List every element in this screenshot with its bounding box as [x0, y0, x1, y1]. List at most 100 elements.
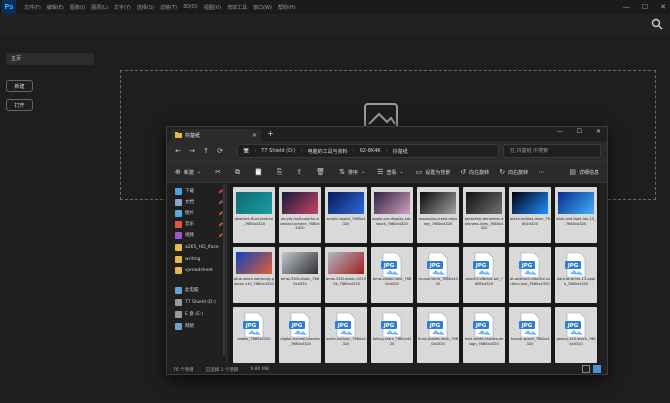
sidebar-item[interactable]: 视频 📌	[175, 230, 225, 240]
open-button[interactable]: 打开	[6, 99, 33, 111]
file-tile[interactable]: apple-pro-display-xdr-stock_7680x4320	[371, 187, 413, 243]
file-tile[interactable]: acrylic-half-colorful-abstract-iphone_76…	[279, 187, 321, 243]
file-name: apple-pro-display-xdr-stock_7680x4320	[372, 217, 412, 226]
folder-icon	[175, 187, 182, 195]
sidebar-item[interactable]: 音乐 📌	[175, 219, 225, 229]
file-tile[interactable]: JPG fractal-space_7680x4320	[509, 307, 551, 363]
ps-menu-item[interactable]: 图层(L)	[91, 4, 108, 11]
file-tile[interactable]: bmw-330i-vision_7680x4320	[279, 247, 321, 303]
forward-arrow-icon[interactable]: →	[185, 147, 199, 155]
share-icon[interactable]: ⇪	[296, 168, 302, 176]
ps-menu: 文件(F) 编辑(E) 图像(I) 图层(L) 文字(Y) 选择(S) 滤镜(T) 3D(D)…	[24, 4, 296, 11]
maximize-icon[interactable]: ☐	[577, 128, 582, 135]
svg-text:JPG: JPG	[429, 323, 441, 329]
ps-menu-item[interactable]: 帮助(H)	[278, 4, 296, 11]
sort-button[interactable]: ⇅ 排序 ⌄	[339, 168, 365, 176]
details-view-icon[interactable]	[582, 365, 590, 373]
explorer-tab[interactable]: 抖楚纸 ✕	[171, 129, 261, 141]
file-tile[interactable]: JPG cinque-terre_7680x4320	[417, 247, 459, 303]
jpg-file-icon: JPG	[565, 252, 586, 278]
folder-icon	[175, 198, 182, 206]
view-button[interactable]: ☰ 查看 ⌄	[377, 168, 404, 176]
file-tile[interactable]: JPG fluid-white-shades-design_7680x4320	[463, 307, 505, 363]
ps-menu-item[interactable]: 滤镜(T)	[160, 4, 177, 11]
sort-label: 排序	[347, 169, 358, 176]
ps-menu-item[interactable]: 编辑(E)	[47, 4, 64, 11]
close-icon[interactable]: ✕	[596, 128, 601, 135]
sidebar-item-label: E 盘 (E:)	[185, 312, 204, 317]
file-tile[interactable]: JPG bmw-vision-next_7680x4320	[371, 247, 413, 303]
ps-menu-item[interactable]: 图像(I)	[70, 4, 85, 11]
close-icon[interactable]: ✕	[660, 3, 666, 11]
minimize-icon[interactable]: —	[623, 3, 630, 11]
file-name: bmw-vision-next_7680x4320	[372, 277, 412, 286]
more-icon[interactable]: ⋯	[538, 168, 545, 176]
ps-menu-item[interactable]: 增效工具	[227, 4, 247, 11]
ps-menu-item[interactable]: 文件(F)	[24, 4, 41, 11]
rotate-left-button[interactable]: ↺ 向左旋转	[460, 168, 489, 176]
ps-menu-item[interactable]: 窗口(W)	[253, 4, 272, 11]
ps-menu-item[interactable]: 3D(D)	[183, 4, 198, 11]
sidebar-item[interactable]: spreadsheet	[175, 265, 225, 275]
sidebar-item[interactable]: writing	[175, 254, 225, 264]
breadcrumb-item[interactable]: 抖楚纸	[393, 148, 408, 155]
file-tile[interactable]: berserker-berserker-darkness-lives_7680x…	[463, 187, 505, 243]
file-tile[interactable]: JPG dt-abstract-colorful-surface-line_768…	[509, 247, 551, 303]
sidebar-item[interactable]: T7 Shield (D:)	[175, 297, 225, 307]
address-bar[interactable]: 🖥 › T7 Shield (D:) › 电脑的工具与资料 › 02-8K4K › 抖楚纸	[237, 144, 499, 158]
up-arrow-icon[interactable]: ↑	[199, 147, 213, 155]
file-tile[interactable]: JPG diablo_7680x4320	[233, 307, 275, 363]
file-tile[interactable]: JPG digital-surreal-planets_7680x4320	[279, 307, 321, 363]
new-button[interactable]: 新建	[6, 80, 33, 92]
file-tile[interactable]: JPG fluid-shades-dark_7680x4320	[417, 307, 459, 363]
minimize-icon[interactable]: —	[557, 128, 563, 135]
file-tile[interactable]: blue-and-light-ios-13_7680x4320	[555, 187, 597, 243]
sidebar-item[interactable]: 下载 📌	[175, 186, 225, 196]
file-tile[interactable]: JPG dark-blue-ios-13-apple_7680x4320	[555, 247, 597, 303]
file-name: fractal-space_7680x4320	[510, 337, 550, 346]
breadcrumb-item[interactable]: T7 Shield (D:)	[261, 148, 295, 154]
tab-close-icon[interactable]: ✕	[252, 132, 257, 139]
back-arrow-icon[interactable]: ←	[171, 147, 185, 155]
sidebar-item[interactable]: 图片 📌	[175, 208, 225, 218]
cut-icon[interactable]: ✂	[215, 168, 221, 176]
delete-icon[interactable]: 🗑	[316, 168, 325, 176]
ps-menu-item[interactable]: 选择(S)	[137, 4, 154, 11]
photoshop-logo[interactable]: Ps	[2, 0, 16, 14]
details-button[interactable]: ▤ 详细信息	[569, 168, 599, 176]
sidebar-item[interactable]: 网络	[175, 321, 225, 331]
set-background-button[interactable]: ▭ 设置为背景	[416, 168, 451, 176]
paste-icon[interactable]: 📋	[254, 168, 263, 176]
file-tile[interactable]: acrylic-space_7680x4320	[325, 187, 367, 243]
home-nav-item[interactable]: 主页	[6, 53, 94, 65]
file-tile[interactable]: assassins-creed-odyssey_7680x4320	[417, 187, 459, 243]
rename-icon[interactable]: ⎘	[277, 168, 283, 177]
refresh-icon[interactable]: ⟳	[213, 147, 227, 155]
file-tile[interactable]: bmw-330i-vision-2019-5k_7680x4320	[325, 247, 367, 303]
thumbnail-view-icon[interactable]	[593, 365, 601, 373]
breadcrumb-item[interactable]: 电脑的工具与资料	[308, 148, 348, 155]
breadcrumb-item[interactable]: 02-8K4K	[360, 148, 381, 154]
ps-menu-item[interactable]: 视图(V)	[204, 4, 221, 11]
file-tile[interactable]: JPG earth-horizon_7680x4320	[325, 307, 367, 363]
status-bar: 76 个项目 已选择 1 个项目 9.80 MB	[167, 364, 607, 374]
file-tile[interactable]: JPG falling-stars_7680x4320	[371, 307, 413, 363]
new-button[interactable]: ⊕ 新建 ⌄	[175, 168, 201, 176]
sidebar-item[interactable]: a2K5_HD_Iface	[175, 242, 225, 252]
copy-icon[interactable]: ⧉	[235, 168, 240, 177]
search-input[interactable]: 在 抖楚纸 中搜索	[503, 144, 601, 158]
new-tab-icon[interactable]: +	[267, 129, 274, 138]
jpg-file-icon: JPG	[427, 312, 448, 338]
file-tile[interactable]: black-eclipse-imac_7680x4320	[509, 187, 551, 243]
sidebar-item[interactable]: E 盘 (E:)	[175, 309, 225, 319]
rotate-right-button[interactable]: ↻ 向右旋转	[499, 168, 528, 176]
ps-menu-item[interactable]: 文字(Y)	[114, 4, 131, 11]
file-tile[interactable]: blue-stock-samsung-galaxy-s10_7680x4320	[233, 247, 275, 303]
search-icon[interactable]	[650, 17, 664, 31]
file-tile[interactable]: abstract-fluid-texture_7680x4320	[233, 187, 275, 243]
file-tile[interactable]: JPG colorful-vibrant-art_7680x4320	[463, 247, 505, 303]
sidebar-item[interactable]: 文档 📌	[175, 197, 225, 207]
maximize-icon[interactable]: ☐	[642, 3, 648, 11]
sidebar-item[interactable]: 此电脑	[175, 285, 225, 295]
file-tile[interactable]: JPG galaxy-s10-stock_7680x4320	[555, 307, 597, 363]
